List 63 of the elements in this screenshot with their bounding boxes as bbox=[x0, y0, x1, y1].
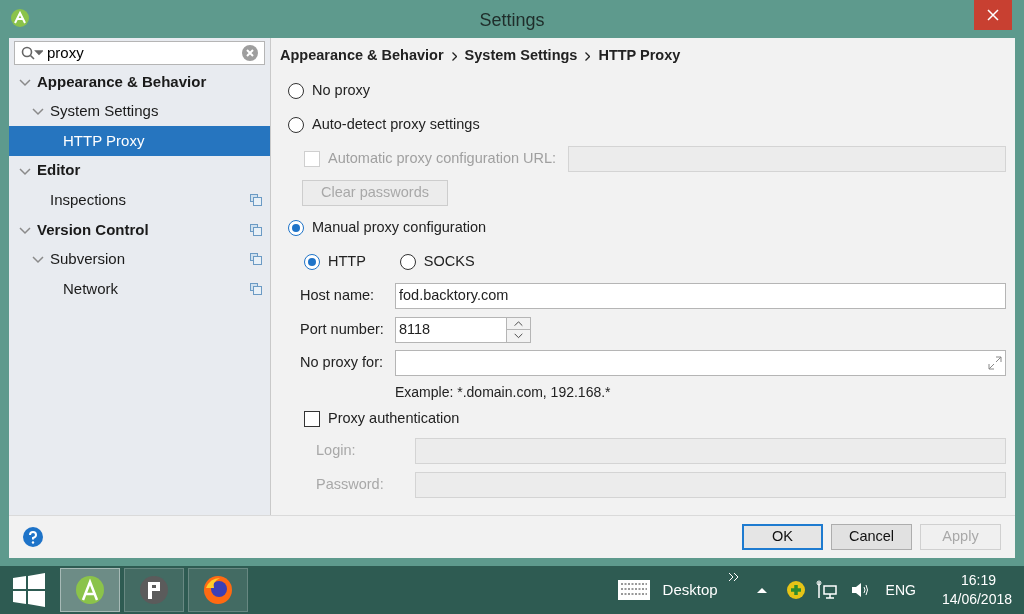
radio-button[interactable]: Manual proxy configuration bbox=[288, 216, 487, 239]
breadcrumb-item[interactable]: System Settings bbox=[464, 45, 578, 67]
input-field[interactable] bbox=[395, 350, 1006, 376]
tree-item[interactable]: Subversion bbox=[9, 244, 270, 275]
search-field[interactable]: proxy bbox=[14, 41, 265, 65]
taskbar-app[interactable] bbox=[188, 568, 248, 612]
tree-item[interactable]: Editor bbox=[9, 155, 270, 186]
radio-button[interactable]: HTTP bbox=[304, 251, 366, 273]
clock-date: 14/06/2018 bbox=[941, 590, 1012, 609]
field-label: Host name: bbox=[300, 286, 376, 306]
radio-button[interactable]: Auto-detect proxy settings bbox=[288, 114, 480, 136]
checkbox[interactable]: Proxy authentication bbox=[304, 408, 460, 430]
volume-icon[interactable] bbox=[849, 581, 870, 599]
caret-icon[interactable] bbox=[755, 586, 768, 594]
close-button[interactable] bbox=[974, 0, 1012, 30]
input-field[interactable]: fod.backtory.com bbox=[395, 283, 1006, 309]
copy-icon bbox=[250, 194, 262, 207]
copy-icon bbox=[250, 253, 262, 266]
start-icon[interactable] bbox=[12, 573, 46, 607]
breadcrumb-item[interactable]: HTTP Proxy bbox=[598, 45, 681, 67]
clear-icon[interactable] bbox=[242, 45, 258, 61]
tree-item[interactable]: Inspections bbox=[9, 185, 270, 215]
dialog-button[interactable]: OK bbox=[742, 524, 823, 550]
close-icon bbox=[987, 9, 999, 21]
field-label: Password: bbox=[315, 474, 385, 494]
chevron-down-icon[interactable] bbox=[32, 105, 44, 118]
keyboard-icon[interactable] bbox=[616, 579, 651, 601]
radio-button[interactable]: SOCKS bbox=[399, 251, 475, 273]
clock-time: 16:19 bbox=[960, 571, 996, 590]
chevron-right-icon bbox=[451, 51, 457, 61]
search-icon bbox=[21, 46, 43, 60]
taskbar-app[interactable] bbox=[60, 568, 120, 612]
copy-icon bbox=[250, 282, 262, 295]
radio-button[interactable]: No proxy bbox=[288, 80, 371, 102]
breadcrumb-item[interactable]: Appearance & Behavior bbox=[280, 45, 444, 67]
tree-item[interactable]: Appearance & Behavior bbox=[9, 67, 270, 97]
dialog-button[interactable]: Cancel bbox=[831, 524, 912, 550]
app-icon bbox=[10, 8, 30, 28]
chevron-down-icon[interactable] bbox=[32, 253, 44, 266]
tree-item[interactable]: HTTP Proxy bbox=[9, 126, 270, 156]
taskbar-app[interactable] bbox=[124, 568, 184, 612]
checkbox: Automatic proxy configuration URL: bbox=[304, 147, 557, 170]
tree-item[interactable]: Version Control bbox=[9, 214, 270, 245]
letter-p-icon bbox=[138, 574, 170, 606]
hint-text: Example: *.domain.com, 192.168.* bbox=[395, 382, 611, 402]
chevrons-icon[interactable] bbox=[727, 572, 740, 582]
expand-icon[interactable] bbox=[988, 356, 1002, 370]
clock[interactable]: 16:19 14/06/2018 bbox=[941, 571, 1012, 609]
input-field[interactable]: 8118 bbox=[395, 316, 507, 343]
app-icon bbox=[74, 574, 106, 606]
help-icon[interactable] bbox=[23, 527, 43, 547]
toolbar-label[interactable]: Desktop bbox=[662, 578, 718, 602]
field-label: Port number: bbox=[300, 319, 385, 339]
field-label: Login: bbox=[315, 441, 357, 461]
window-title: Settings bbox=[479, 8, 545, 32]
language-indicator[interactable]: ENG bbox=[885, 579, 916, 601]
chevron-right-icon bbox=[585, 51, 591, 61]
network-icon[interactable] bbox=[815, 580, 838, 600]
tree-item[interactable]: System Settings bbox=[9, 96, 270, 127]
field-label: No proxy for: bbox=[300, 353, 384, 373]
globe-icon bbox=[202, 574, 234, 606]
tree-item[interactable]: Network bbox=[9, 274, 270, 304]
copy-icon bbox=[250, 223, 262, 236]
